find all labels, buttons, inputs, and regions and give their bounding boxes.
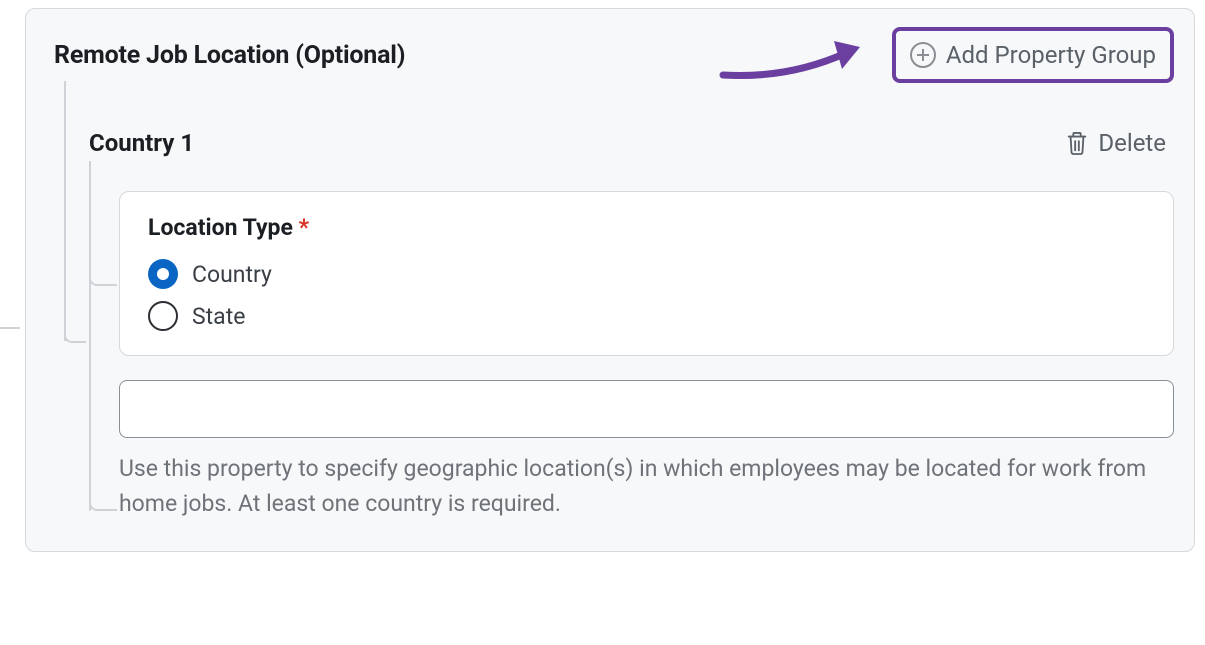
required-indicator: *: [299, 214, 309, 241]
tree-connector-stub: [0, 327, 23, 343]
location-type-card: Location Type * Country State: [119, 191, 1174, 356]
delete-group-button[interactable]: Delete: [1058, 123, 1174, 163]
plus-circle-icon: [910, 42, 936, 68]
tree-connector-elbow: [64, 323, 86, 343]
panel-title: Remote Job Location (Optional): [54, 41, 405, 70]
tree-connector-line: [64, 81, 66, 341]
delete-label: Delete: [1098, 129, 1166, 157]
radio-option-state[interactable]: State: [148, 301, 1145, 331]
radio-label: Country: [192, 261, 272, 288]
radio-selected-icon: [148, 259, 178, 289]
group-fields: Location Type * Country State Use this p…: [89, 191, 1174, 521]
add-property-group-label: Add Property Group: [946, 41, 1156, 69]
field-label-text: Location Type: [148, 214, 293, 241]
location-type-label: Location Type *: [148, 214, 1145, 241]
group-header: Country 1 Delete: [89, 123, 1174, 163]
remote-job-location-panel: Remote Job Location (Optional) Add Prope…: [25, 8, 1195, 552]
radio-unselected-icon: [148, 301, 178, 331]
add-property-group-button[interactable]: Add Property Group: [892, 27, 1174, 83]
location-value-input[interactable]: [119, 380, 1174, 438]
helper-text: Use this property to specify geographic …: [119, 452, 1174, 521]
trash-icon: [1066, 130, 1088, 156]
location-value-block: Use this property to specify geographic …: [119, 380, 1174, 521]
panel-header: Remote Job Location (Optional) Add Prope…: [46, 27, 1174, 83]
group-title: Country 1: [89, 129, 194, 157]
tree-connector-elbow: [89, 491, 117, 511]
tree-connector-elbow: [89, 266, 117, 286]
radio-option-country[interactable]: Country: [148, 259, 1145, 289]
radio-label: State: [192, 303, 245, 330]
property-group: Country 1 Delete Location Type *: [54, 123, 1174, 521]
tree-connector-line: [89, 161, 91, 511]
